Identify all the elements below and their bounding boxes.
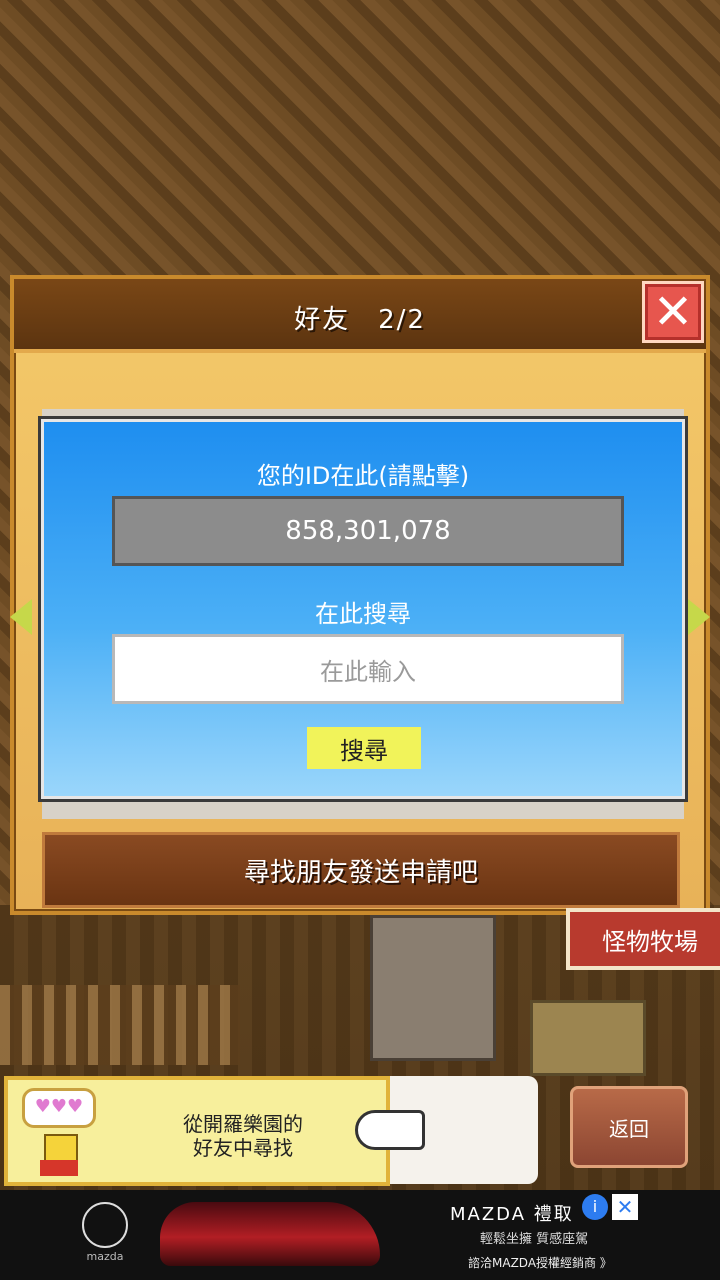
tip-text-line2: 好友中尋找 xyxy=(193,1136,293,1160)
tip-text: 從開羅樂園的 好友中尋找 xyxy=(148,1112,338,1160)
close-button[interactable]: ✕ xyxy=(642,281,704,343)
dialog-title: 好友 2/2 xyxy=(294,305,426,335)
friends-dialog: 好友 2/2 ✕ 您的ID在此(請點擊) 858,301,078 在此搜尋 在此… xyxy=(10,275,710,915)
building-stone xyxy=(370,915,496,1061)
search-panel: 您的ID在此(請點擊) 858,301,078 在此搜尋 在此輸入 搜尋 xyxy=(41,419,685,799)
ad-info-icon[interactable]: i xyxy=(582,1194,608,1220)
ad-cta[interactable]: 諮洽MAZDA授權經銷商 》 xyxy=(468,1254,612,1271)
your-id-label: 您的ID在此(請點擊) xyxy=(256,462,470,490)
pointing-hand-icon xyxy=(355,1110,425,1150)
car-image xyxy=(160,1202,380,1266)
fence-decoration xyxy=(0,985,240,1065)
prev-page-arrow-icon[interactable] xyxy=(10,599,32,635)
ad-banner[interactable]: mazda MAZDA 禮取 輕鬆坐擁 質感座駕 諮洽MAZDA授權經銷商 》 … xyxy=(0,1190,720,1280)
mascot-icon: ♥♥♥ xyxy=(22,1088,100,1178)
building-roof xyxy=(530,1000,646,1076)
ad-brand-small: mazda xyxy=(86,1250,124,1263)
tip-text-line1: 從開羅樂園的 xyxy=(183,1112,303,1136)
hearts-bubble: ♥♥♥ xyxy=(22,1088,96,1128)
mazda-logo-icon xyxy=(82,1202,128,1248)
dialog-title-bar: 好友 2/2 ✕ xyxy=(14,279,706,353)
robot-body xyxy=(40,1160,78,1176)
ad-subtitle: 輕鬆坐擁 質感座駕 xyxy=(480,1232,589,1247)
tip-bubble: ♥♥♥ 從開羅樂園的 好友中尋找 xyxy=(4,1076,390,1186)
close-icon: ✕ xyxy=(652,284,694,340)
find-friends-button[interactable]: 尋找朋友發送申請吧 xyxy=(42,832,680,908)
ad-title: MAZDA 禮取 xyxy=(450,1204,574,1225)
back-button[interactable]: 返回 xyxy=(570,1086,688,1168)
monster-ranch-sign[interactable]: 怪物牧場 xyxy=(566,908,720,970)
search-label: 在此搜尋 xyxy=(315,600,411,628)
next-page-arrow-icon[interactable] xyxy=(688,599,710,635)
search-input[interactable]: 在此輸入 xyxy=(112,634,624,704)
ad-close-icon[interactable]: ✕ xyxy=(612,1194,638,1220)
your-id-field[interactable]: 858,301,078 xyxy=(112,496,624,566)
search-button[interactable]: 搜尋 xyxy=(307,727,421,769)
